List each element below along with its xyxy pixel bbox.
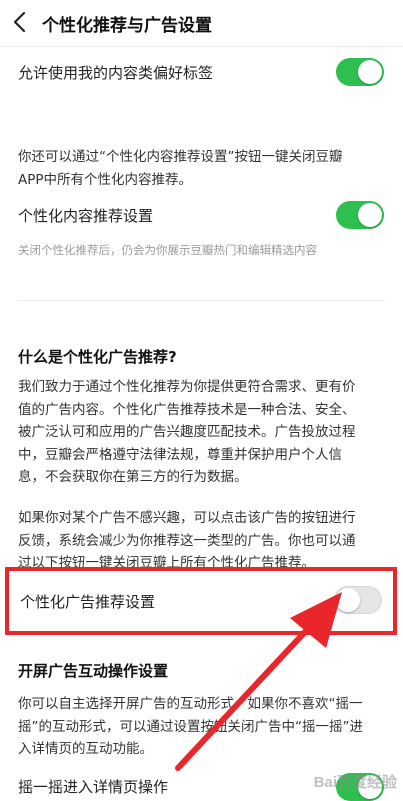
watermark-logo: Bai百度经验 bbox=[313, 774, 397, 791]
annotation-arrow bbox=[175, 592, 342, 771]
